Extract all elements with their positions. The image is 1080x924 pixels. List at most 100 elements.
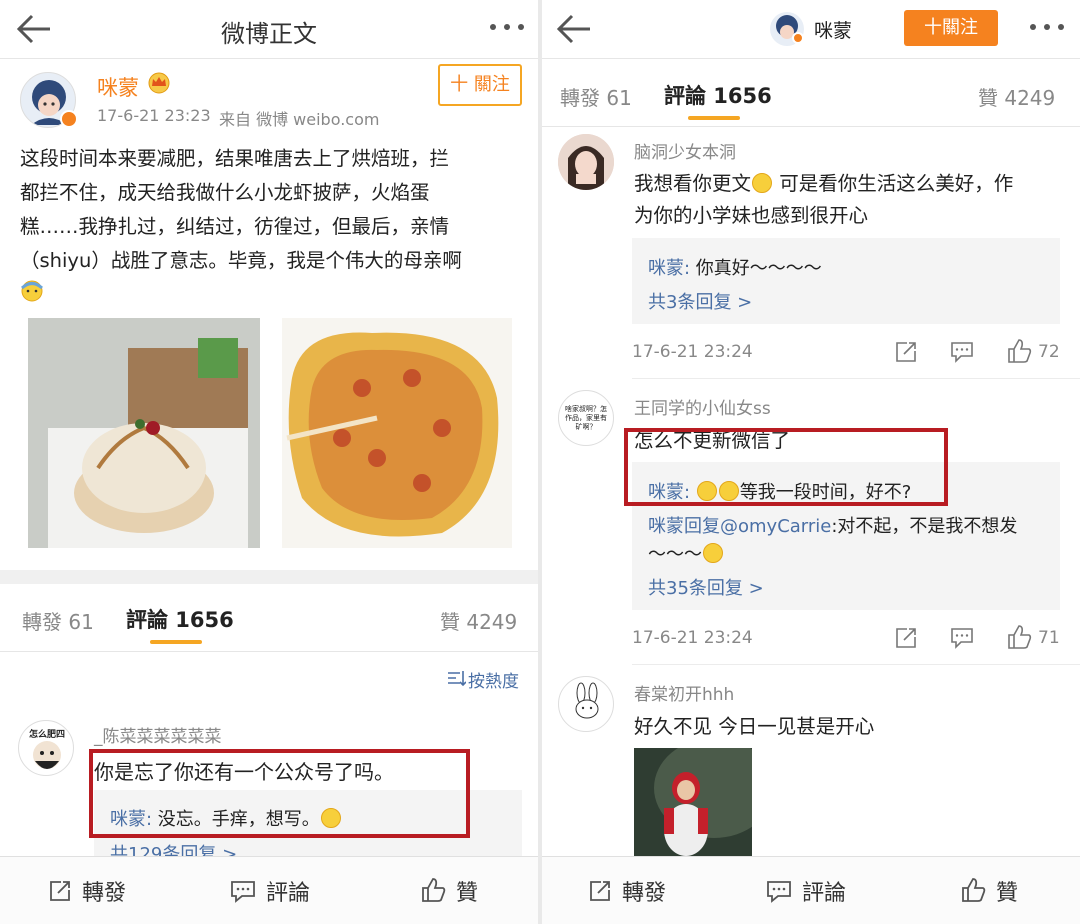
avatar[interactable]: 怎么肥四: [18, 720, 74, 776]
tab-active-indicator: [688, 116, 740, 120]
comment-text-line: 我想看你更文 可是看你生活这么美好，作: [634, 168, 1074, 200]
comment-user[interactable]: 春棠初开hhh: [634, 680, 734, 705]
post-text-line: 都拦不住，成天给我做什么小龙虾披萨，火焰蛋: [20, 181, 430, 204]
teletubby-image: [634, 748, 752, 856]
pizza-photo[interactable]: [282, 318, 512, 548]
verified-badge: [60, 110, 78, 128]
reply-text: ～～～: [648, 544, 702, 565]
bottom-repost-button[interactable]: 轉發: [82, 875, 126, 907]
avatar[interactable]: 啥家叔啊？怎作品，家里有矿啊？: [558, 390, 614, 446]
reply-line: 咪蒙: 你真好～～～～: [648, 254, 822, 280]
highlight-box: [624, 428, 948, 506]
tabs-divider: [0, 651, 538, 652]
header-divider: [0, 58, 538, 59]
avatar-rabbit-icon: [575, 682, 599, 719]
cake-photo[interactable]: [28, 318, 260, 548]
bottom-comment-button[interactable]: 評論: [802, 875, 846, 907]
header-username[interactable]: 咪蒙: [814, 16, 852, 43]
like-count: 71: [1038, 628, 1060, 648]
comment-icon: [231, 881, 255, 903]
avatar[interactable]: [558, 134, 614, 190]
post-text-line: （shiyu）战胜了意志。毕竟，我是个伟大的母亲啊: [20, 249, 462, 272]
bottom-like-button[interactable]: 贊: [996, 875, 1018, 907]
comment-divider: [632, 378, 1080, 379]
reply-text: 你真好～～～～: [690, 258, 822, 279]
post-text: 这段时间本来要减肥，结果唯唐去上了烘焙班，拦 都拦不住，成天给我做什么小龙虾披萨…: [20, 142, 530, 278]
comment-text-part: 可是看你生活这么美好，作: [779, 172, 1014, 195]
comment-user[interactable]: _陈菜菜菜菜菜菜: [94, 722, 222, 747]
tab-likes[interactable]: 贊 4249: [440, 606, 517, 635]
post-source: 来自 微博 weibo.com: [219, 110, 380, 129]
tab-active-indicator: [150, 640, 202, 644]
tab-likes[interactable]: 贊 4249: [978, 82, 1055, 111]
follow-button[interactable]: 十關注: [904, 10, 998, 46]
post-time: 17-6-21 23:23: [97, 106, 211, 125]
post-author[interactable]: 咪蒙: [97, 72, 139, 102]
avatar-caption: 怎么肥四: [28, 730, 65, 740]
sort-icon[interactable]: [446, 668, 466, 688]
avatar[interactable]: [558, 676, 614, 732]
more-icon[interactable]: [1028, 22, 1066, 32]
reply-user[interactable]: 咪蒙:: [648, 258, 690, 279]
bottom-like-button[interactable]: 贊: [456, 875, 478, 907]
comment-icon: [767, 881, 791, 903]
reply-line: 咪蒙回复@omyCarrie:对不起，不是我不想发: [648, 512, 1017, 538]
emoji-icon: [20, 280, 44, 302]
like-icon[interactable]: [1006, 338, 1032, 364]
pizza-image: [282, 318, 512, 548]
emoji-icon: [752, 173, 773, 193]
tab-comments[interactable]: 評論 1656: [664, 80, 772, 110]
highlight-box: [89, 749, 470, 838]
comment-user[interactable]: 王同学的小仙女ss: [634, 394, 771, 419]
header-divider: [542, 58, 1080, 59]
reply-user[interactable]: 咪蒙回复: [648, 516, 720, 537]
comment-divider: [632, 664, 1080, 665]
comment-user[interactable]: 脑洞少女本洞: [634, 138, 736, 163]
repost-icon: [50, 881, 70, 901]
avatar-caption: 啥家叔啊？怎作品，家里有矿啊？: [565, 405, 607, 431]
sort-by-heat[interactable]: 按熱度: [468, 667, 519, 692]
tab-comments[interactable]: 評論 1656: [126, 604, 234, 634]
repost-icon[interactable]: [894, 340, 918, 364]
mention-link[interactable]: @omyCarrie: [720, 516, 831, 537]
like-icon[interactable]: [1006, 624, 1032, 650]
back-arrow-icon[interactable]: [554, 12, 594, 46]
bottom-comment-button[interactable]: 評論: [266, 875, 310, 907]
verified-badge: [792, 32, 804, 44]
like-icon: [422, 878, 446, 902]
comment-text-part: 我想看你更文: [634, 172, 752, 195]
comment-photo[interactable]: [634, 748, 752, 856]
comment-icon[interactable]: [950, 340, 974, 364]
repost-icon[interactable]: [894, 626, 918, 650]
bottom-repost-button[interactable]: 轉發: [622, 875, 666, 907]
cake-image: [28, 318, 260, 548]
left-screen: 微博正文 咪蒙 17-6-21 23:23 来自 微博 weibo.com 十 …: [0, 0, 538, 924]
bottom-action-bar: 轉發 評論 贊: [542, 856, 1080, 924]
post-text-line: 这段时间本来要减肥，结果唯唐去上了烘焙班，拦: [20, 147, 450, 170]
crown-vip-icon: [148, 72, 170, 94]
comment-text: 我想看你更文 可是看你生活这么美好，作 为你的小学妹也感到很开心: [634, 168, 1074, 232]
comment-time: 17-6-21 23:24: [632, 628, 753, 648]
tab-repost[interactable]: 轉發 61: [560, 82, 632, 111]
repost-icon: [590, 881, 610, 901]
tabs-divider: [542, 126, 1080, 127]
section-divider: [0, 570, 538, 584]
emoji-icon: [703, 543, 723, 563]
comment-icon[interactable]: [950, 626, 974, 650]
reply-text: :对不起，不是我不想发: [831, 516, 1018, 537]
more-icon[interactable]: [488, 22, 526, 32]
reply-line: ～～～: [648, 540, 724, 566]
follow-button[interactable]: 十 關注: [438, 64, 522, 106]
post-text-line: 糕……我挣扎过，纠结过，彷徨过，但最后，亲情: [20, 215, 450, 238]
page-title: 微博正文: [221, 20, 317, 48]
avatar-girl-icon: [558, 134, 614, 190]
more-replies-link[interactable]: 共3条回复 >: [648, 288, 752, 314]
tab-repost[interactable]: 轉發 61: [22, 606, 94, 635]
like-icon: [962, 878, 986, 902]
comment-text-line: 为你的小学妹也感到很开心: [634, 204, 869, 227]
right-screen: 咪蒙 十關注 轉發 61 評論 1656 贊 4249 脑洞少女本洞 我想看你更…: [542, 0, 1080, 924]
more-replies-link[interactable]: 共35条回复 >: [648, 574, 764, 600]
comment-time: 17-6-21 23:24: [632, 342, 753, 362]
comment-text: 好久不见 今日一见甚是开心: [634, 715, 875, 738]
like-count: 72: [1038, 342, 1060, 362]
